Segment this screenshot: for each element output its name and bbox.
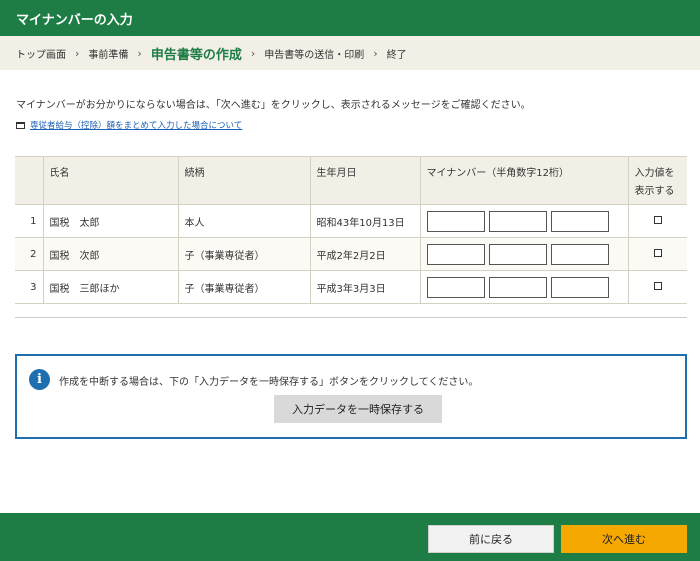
section-divider	[15, 317, 687, 318]
header-no	[15, 156, 43, 205]
mynumber-field-part3[interactable]	[550, 276, 609, 298]
footer-bar: 前に戻る 次へ進む	[0, 513, 700, 561]
mynumber-field-part2[interactable]	[488, 243, 547, 265]
row-birthdate: 平成3年3月3日	[309, 270, 420, 304]
mynumber-fields	[426, 276, 622, 298]
header-show-value-line2: 表示する	[634, 186, 675, 197]
document-icon	[16, 121, 25, 129]
row-show-value	[627, 204, 687, 238]
mynumber-table: 氏名 続柄 生年月日 マイナンバー（半角数字12桁） 入力値を 表示する 1 国…	[15, 156, 687, 304]
row-mynumber	[419, 204, 628, 238]
mynumber-field-part2[interactable]	[488, 276, 547, 298]
breadcrumb-item-end: 終了	[386, 49, 407, 61]
row-relation: 子（事業専従者）	[177, 270, 310, 304]
row-number: 1	[15, 204, 43, 238]
row-show-value	[627, 270, 687, 304]
table-row: 1 国税 太郎 本人 昭和43年10月13日	[15, 204, 687, 238]
mynumber-field-part3[interactable]	[550, 243, 609, 265]
show-value-checkbox[interactable]	[653, 281, 662, 290]
mynumber-field-part1[interactable]	[426, 243, 485, 265]
notice-text: 作成を中断する場合は、下の「入力データを一時保存する」ボタンをクリックしてくださ…	[59, 377, 479, 388]
breadcrumb-separator: ›	[373, 46, 378, 60]
save-notice-box: i 作成を中断する場合は、下の「入力データを一時保存する」ボタンをクリックしてく…	[15, 354, 687, 439]
row-birthdate: 平成2年2月2日	[309, 237, 420, 271]
header-relation: 続柄	[177, 156, 310, 205]
mynumber-field-part1[interactable]	[426, 276, 485, 298]
table-row: 3 国税 三郎ほか 子（事業専従者） 平成3年3月3日	[15, 270, 687, 304]
row-name: 国税 太郎	[42, 204, 178, 238]
mynumber-field-part2[interactable]	[488, 210, 547, 232]
row-mynumber	[419, 270, 628, 304]
mynumber-field-part1[interactable]	[426, 210, 485, 232]
table-header-row: 氏名 続柄 生年月日 マイナンバー（半角数字12桁） 入力値を 表示する	[15, 156, 687, 205]
row-show-value	[627, 237, 687, 271]
show-value-checkbox[interactable]	[653, 215, 662, 224]
page-title: マイナンバーの入力	[0, 0, 700, 36]
header-mynumber: マイナンバー（半角数字12桁）	[419, 156, 628, 205]
intro-text: マイナンバーがお分かりにならない場合は、「次へ進む」をクリックし、表示されるメッ…	[16, 100, 531, 111]
header-birthdate: 生年月日	[309, 156, 420, 205]
breadcrumb-item-send-print: 申告書等の送信・印刷	[264, 49, 365, 61]
table-row: 2 国税 次郎 子（事業専従者） 平成2年2月2日	[15, 237, 687, 271]
breadcrumb-separator: ›	[250, 46, 256, 60]
header-name: 氏名	[42, 156, 178, 205]
row-birthdate: 昭和43年10月13日	[309, 204, 420, 238]
row-relation: 子（事業専従者）	[177, 237, 310, 271]
breadcrumb-item-preparation: 事前準備	[88, 49, 129, 61]
next-button[interactable]: 次へ進む	[561, 525, 687, 553]
info-icon: i	[29, 369, 50, 390]
header-show-value-line1: 入力値を	[634, 168, 675, 179]
mynumber-field-part3[interactable]	[550, 210, 609, 232]
back-button[interactable]: 前に戻る	[428, 525, 554, 553]
row-mynumber	[419, 237, 628, 271]
help-link-row: 専従者給与（控除）額をまとめて入力した場合について	[16, 119, 242, 131]
breadcrumb-item-top: トップ画面	[16, 49, 66, 61]
help-link[interactable]: 専従者給与（控除）額をまとめて入力した場合について	[30, 119, 242, 131]
mynumber-input-page: マイナンバーの入力 トップ画面 › 事前準備 › 申告書等の作成 › 申告書等の…	[0, 0, 700, 561]
breadcrumb-separator: ›	[137, 46, 142, 60]
row-number: 2	[15, 237, 43, 271]
header-show-value: 入力値を 表示する	[627, 156, 687, 205]
row-number: 3	[15, 270, 43, 304]
breadcrumb-separator: ›	[75, 46, 80, 60]
row-name: 国税 次郎	[42, 237, 178, 271]
mynumber-fields	[426, 210, 622, 232]
row-name: 国税 三郎ほか	[42, 270, 178, 304]
show-value-checkbox[interactable]	[653, 248, 662, 257]
temporary-save-button[interactable]: 入力データを一時保存する	[274, 395, 442, 423]
breadcrumb: トップ画面 › 事前準備 › 申告書等の作成 › 申告書等の送信・印刷 › 終了	[0, 36, 700, 70]
row-relation: 本人	[177, 204, 310, 238]
breadcrumb-item-create: 申告書等の作成	[150, 47, 242, 63]
mynumber-fields	[426, 243, 622, 265]
